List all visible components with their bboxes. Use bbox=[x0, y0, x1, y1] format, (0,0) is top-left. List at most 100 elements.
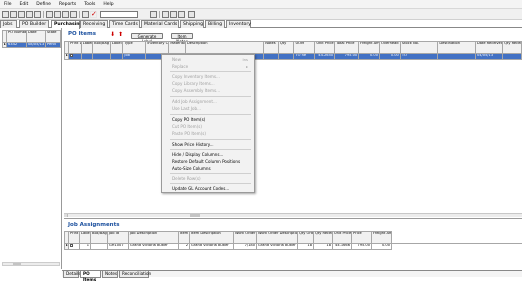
menu-add-job-assignment[interactable]: Add Job Assignment... bbox=[172, 99, 217, 104]
cut-icon[interactable] bbox=[46, 11, 53, 18]
menu-show-price-history[interactable]: Show Price History... bbox=[172, 142, 214, 147]
menu-copy-po-items[interactable]: Copy PO Item(s) bbox=[172, 117, 205, 122]
col-ja-qty-ordered[interactable]: Qty Ordered bbox=[298, 232, 314, 244]
col-unit-price[interactable]: Unit Price bbox=[315, 42, 335, 54]
menu-copy-library-items[interactable]: Copy Library Items... bbox=[172, 81, 215, 86]
po-items-title: PO Items bbox=[68, 31, 96, 37]
toolbar-dropdown[interactable] bbox=[100, 11, 138, 18]
menu-copy-inventory-items[interactable]: Copy Inventory Items... bbox=[172, 74, 220, 79]
col-ja-freight-amt[interactable]: Freight Amt bbox=[372, 232, 392, 244]
tab-po-builder[interactable]: PO Builder bbox=[19, 20, 49, 28]
col-qty[interactable]: Qty bbox=[278, 42, 294, 54]
col-date[interactable]: Date bbox=[27, 31, 46, 43]
move-down-icon[interactable]: ⬇ bbox=[110, 32, 115, 37]
menu-reports[interactable]: Reports bbox=[55, 0, 80, 9]
delete-icon[interactable] bbox=[34, 11, 41, 18]
col-stock-no[interactable]: Stock No. bbox=[400, 42, 438, 54]
menu-hide-display-columns[interactable]: Hide / Display Columns... bbox=[172, 152, 223, 157]
find-icon[interactable] bbox=[70, 11, 77, 18]
col-date-received[interactable]: Date Received bbox=[475, 42, 502, 54]
col-po-number[interactable]: PO Number bbox=[7, 31, 27, 43]
col-material-code[interactable]: Material Code bbox=[169, 42, 186, 54]
col-uom[interactable]: UOM bbox=[294, 42, 315, 54]
col-notes[interactable]: Notes bbox=[264, 42, 279, 54]
menu-delete-rows[interactable]: Delete Row(s) bbox=[172, 176, 201, 181]
print-icon[interactable] bbox=[26, 11, 33, 18]
menu-copy-assembly-items[interactable]: Copy Assembly Items... bbox=[172, 88, 220, 93]
col-ja-job-description[interactable]: Job Description bbox=[129, 232, 179, 244]
col-qty-received[interactable]: Qty Received bbox=[503, 42, 522, 54]
item-notes-button[interactable]: Item Notes bbox=[171, 33, 193, 39]
calendar-icon[interactable] bbox=[188, 11, 195, 18]
bottom-tabs: Details PO Items Notes Reconciliation bbox=[62, 270, 522, 277]
paste-icon[interactable] bbox=[62, 11, 69, 18]
menu-file[interactable]: File bbox=[0, 0, 16, 9]
menu-update-gl-account-codes[interactable]: Update GL Account Codes... bbox=[172, 186, 229, 191]
new-icon[interactable] bbox=[2, 11, 9, 18]
col-ja-item-no[interactable]: Item No. bbox=[179, 232, 190, 244]
move-up-icon[interactable]: ⬆ bbox=[118, 32, 123, 37]
col-ja-unit-price[interactable]: Unit Price bbox=[333, 232, 352, 244]
tab-jobs[interactable]: Jobs bbox=[0, 20, 17, 28]
menu-edit[interactable]: Edit bbox=[16, 0, 33, 9]
col-description[interactable]: Description bbox=[186, 42, 264, 54]
col-ja-print-label[interactable]: Print Label bbox=[69, 232, 80, 244]
scroll-thumb[interactable] bbox=[190, 214, 200, 217]
menu-new[interactable]: New bbox=[172, 57, 181, 62]
po-list-hscrollbar[interactable] bbox=[2, 262, 60, 266]
binoculars-icon[interactable] bbox=[162, 11, 169, 18]
menu-cut-po-items[interactable]: Cut PO Item(s) bbox=[172, 124, 202, 129]
col-ja-work-order[interactable]: Work Order bbox=[234, 232, 257, 244]
attach-icon[interactable] bbox=[170, 11, 177, 18]
col-label-qty[interactable]: Label Qty bbox=[81, 42, 92, 54]
print-label-checkbox[interactable] bbox=[70, 54, 73, 57]
col-type[interactable]: Type bbox=[123, 42, 146, 54]
trash-icon[interactable] bbox=[150, 11, 157, 18]
col-label-series[interactable]: Label Series bbox=[110, 42, 123, 54]
col-ja-job-id[interactable]: Job Id bbox=[108, 232, 129, 244]
menu-paste-po-items[interactable]: Paste PO Item(s) bbox=[172, 131, 206, 136]
col-ja-box-bag[interactable]: Box/Bag Contains bbox=[91, 232, 108, 244]
col-ja-qty-received[interactable]: Qty Received bbox=[314, 232, 333, 244]
po-items-hscrollbar[interactable] bbox=[64, 213, 522, 217]
tab-shipping[interactable]: Shipping bbox=[180, 20, 204, 28]
col-inventory-code[interactable]: Inventory Code bbox=[146, 42, 169, 54]
checkmark-icon[interactable]: ✓ bbox=[90, 11, 97, 18]
scroll-left-icon[interactable] bbox=[64, 214, 68, 217]
copy-icon[interactable] bbox=[54, 11, 61, 18]
col-freight-amt[interactable]: Freight Amt bbox=[359, 42, 380, 54]
col-ja-price[interactable]: Price bbox=[352, 232, 372, 244]
col-overhead-markup[interactable]: Overhead Markup % bbox=[380, 42, 401, 54]
job-assignment-row[interactable]: ▸ 1 GH1007 Grand Victoria Butler 2 Grand… bbox=[65, 244, 522, 250]
tab-billing[interactable]: Billing bbox=[205, 20, 225, 28]
up-arrow-icon[interactable] bbox=[178, 11, 185, 18]
menu-auto-size-columns[interactable]: Auto-Size Columns bbox=[172, 166, 211, 171]
po-list-row[interactable]: ▸634208/05/13Pend bbox=[3, 43, 61, 48]
generate-label-button[interactable]: Generate Label bbox=[131, 33, 163, 39]
col-ja-work-order-description[interactable]: Work Order Description bbox=[257, 232, 298, 244]
menu-use-last-job[interactable]: Use Last Job... bbox=[172, 106, 201, 111]
menu-help[interactable]: Help bbox=[99, 0, 117, 9]
menu-tools[interactable]: Tools bbox=[80, 0, 99, 9]
col-box-bag-contains[interactable]: Box/Bag Contains bbox=[93, 42, 111, 54]
col-destination[interactable]: Destination bbox=[438, 42, 476, 54]
po-list-scroll-thumb[interactable] bbox=[13, 263, 21, 265]
po-item-row[interactable]: ▸ Job TO ne 44.2650 795.00 0.00 0.00 TO … bbox=[65, 54, 522, 60]
submenu-arrow-icon: ▸ bbox=[246, 64, 248, 69]
tab-receiving[interactable]: Receiving bbox=[80, 20, 108, 28]
refresh-icon[interactable] bbox=[82, 11, 89, 18]
tab-inventory[interactable]: Inventory bbox=[226, 20, 251, 28]
menu-restore-default-columns[interactable]: Restore Default Column Positions bbox=[172, 159, 240, 164]
col-ja-item-description[interactable]: Item Description bbox=[190, 232, 234, 244]
col-ja-label-qty[interactable]: Label Qty bbox=[80, 232, 91, 244]
tab-material-cards[interactable]: Material Cards bbox=[141, 20, 179, 28]
col-total-price[interactable]: Total Price bbox=[335, 42, 359, 54]
col-state[interactable]: State bbox=[46, 31, 61, 43]
menu-define[interactable]: Define bbox=[32, 0, 55, 9]
open-icon[interactable] bbox=[10, 11, 17, 18]
save-icon[interactable] bbox=[18, 11, 25, 18]
menu-replace[interactable]: Replace bbox=[172, 64, 188, 69]
ja-print-label-checkbox[interactable] bbox=[70, 244, 73, 247]
col-print-label[interactable]: Print Label bbox=[69, 42, 82, 54]
tab-time-cards[interactable]: Time Cards bbox=[109, 20, 140, 28]
